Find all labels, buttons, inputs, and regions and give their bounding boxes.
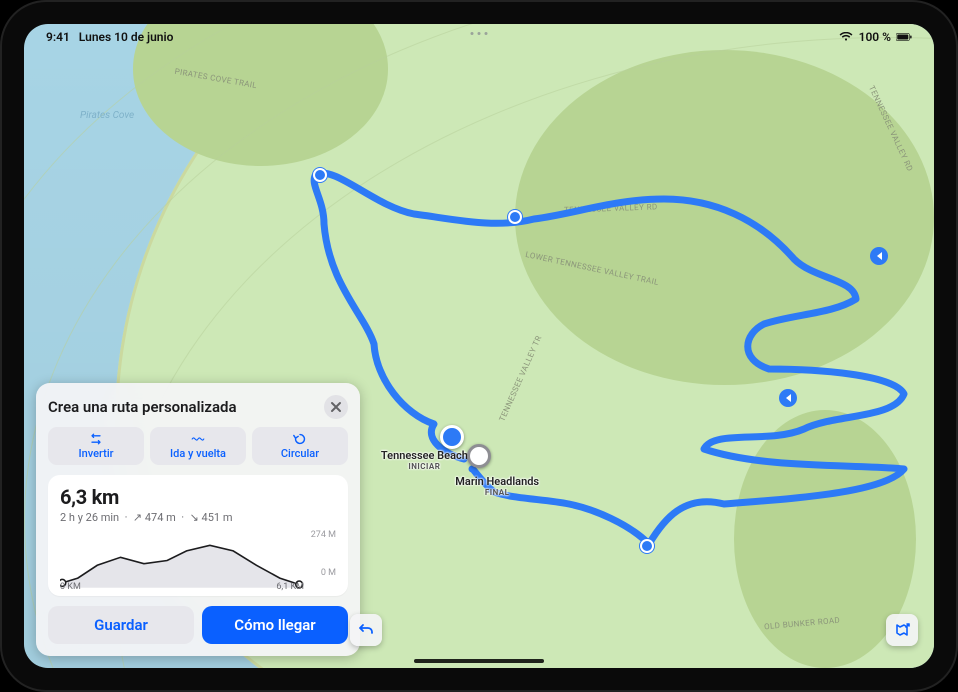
battery-text: 100 % xyxy=(859,30,891,44)
pin-end-tag: FINAL xyxy=(455,488,539,497)
stats-meta: 2 h y 26 min · ↗ 474 m · ↘ 451 m xyxy=(60,511,336,524)
stats-panel: 6,3 km 2 h y 26 min · ↗ 474 m · ↘ 451 m … xyxy=(48,475,348,596)
chart-ymax: 274 M xyxy=(311,530,336,540)
seg-loop-label: Circular xyxy=(281,447,319,460)
multitask-dots[interactable] xyxy=(471,32,488,35)
screen: Pirates Cove PIRATES COVE TRAIL TENNESSE… xyxy=(24,24,934,668)
mode-icon xyxy=(893,621,911,639)
ascent: 474 m xyxy=(145,511,176,524)
map-mode-button[interactable] xyxy=(886,614,918,646)
pin-end-label: Marin Headlands FINAL xyxy=(455,475,539,497)
pin-start-label: Tennessee Beach INICIAR xyxy=(381,449,468,471)
card-title: Crea una ruta personalizada xyxy=(48,398,237,416)
close-icon xyxy=(330,401,342,413)
route-waypoint xyxy=(313,168,327,182)
wifi-icon xyxy=(838,32,854,42)
direction-chip xyxy=(779,389,797,407)
elevation-chart-svg xyxy=(60,530,336,590)
reverse-icon xyxy=(88,432,104,446)
seg-loop[interactable]: Circular xyxy=(252,427,348,465)
ascent-arrow: ↗ xyxy=(133,511,142,524)
status-left: 9:41 Lunes 10 de junio xyxy=(46,30,173,44)
seg-reverse-label: Invertir xyxy=(78,447,113,460)
undo-button[interactable] xyxy=(350,614,382,646)
chart-xmax: 6,1 KM xyxy=(276,582,304,592)
card-actions: Guardar Cómo llegar xyxy=(48,606,348,644)
seg-outback[interactable]: Ida y vuelta xyxy=(150,427,246,465)
descent: 451 m xyxy=(202,511,233,524)
elevation-chart: 274 M 0 M 0 KM 6,1 KM xyxy=(60,530,336,590)
close-button[interactable] xyxy=(324,395,348,419)
descent-arrow: ↘ xyxy=(190,511,199,524)
distance-value: 6,3 km xyxy=(60,485,336,509)
save-label: Guardar xyxy=(94,616,148,634)
direction-chip xyxy=(870,247,888,265)
status-bar: 9:41 Lunes 10 de junio 100 % xyxy=(24,24,934,48)
pin-end[interactable] xyxy=(467,444,491,468)
undo-icon xyxy=(357,621,375,639)
chart-xmin: 0 KM xyxy=(60,582,81,592)
seg-outback-label: Ida y vuelta xyxy=(170,447,226,460)
outback-icon xyxy=(190,432,206,446)
save-button[interactable]: Guardar xyxy=(48,606,194,644)
directions-label: Cómo llegar xyxy=(234,616,315,634)
route-waypoint xyxy=(508,210,522,224)
ipad-frame: Pirates Cove PIRATES COVE TRAIL TENNESSE… xyxy=(0,0,958,692)
duration: 2 h y 26 min xyxy=(60,511,119,524)
home-indicator[interactable] xyxy=(414,659,544,663)
route-waypoint xyxy=(640,539,654,553)
battery-icon xyxy=(896,32,912,42)
status-time: 9:41 xyxy=(46,30,70,44)
directions-button[interactable]: Cómo llegar xyxy=(202,606,348,644)
status-right: 100 % xyxy=(838,30,912,44)
chart-ymin: 0 M xyxy=(321,568,336,578)
pin-end-name: Marin Headlands xyxy=(455,475,539,488)
pin-start-tag: INICIAR xyxy=(381,462,468,471)
pin-start-name: Tennessee Beach xyxy=(381,449,468,462)
pin-start[interactable] xyxy=(440,425,464,449)
segmented-control: Invertir Ida y vuelta Circular xyxy=(48,427,348,465)
seg-reverse[interactable]: Invertir xyxy=(48,427,144,465)
status-date: Lunes 10 de junio xyxy=(79,30,174,44)
loop-icon xyxy=(292,432,308,446)
route-card: Crea una ruta personalizada Invertir Ida… xyxy=(36,383,360,656)
